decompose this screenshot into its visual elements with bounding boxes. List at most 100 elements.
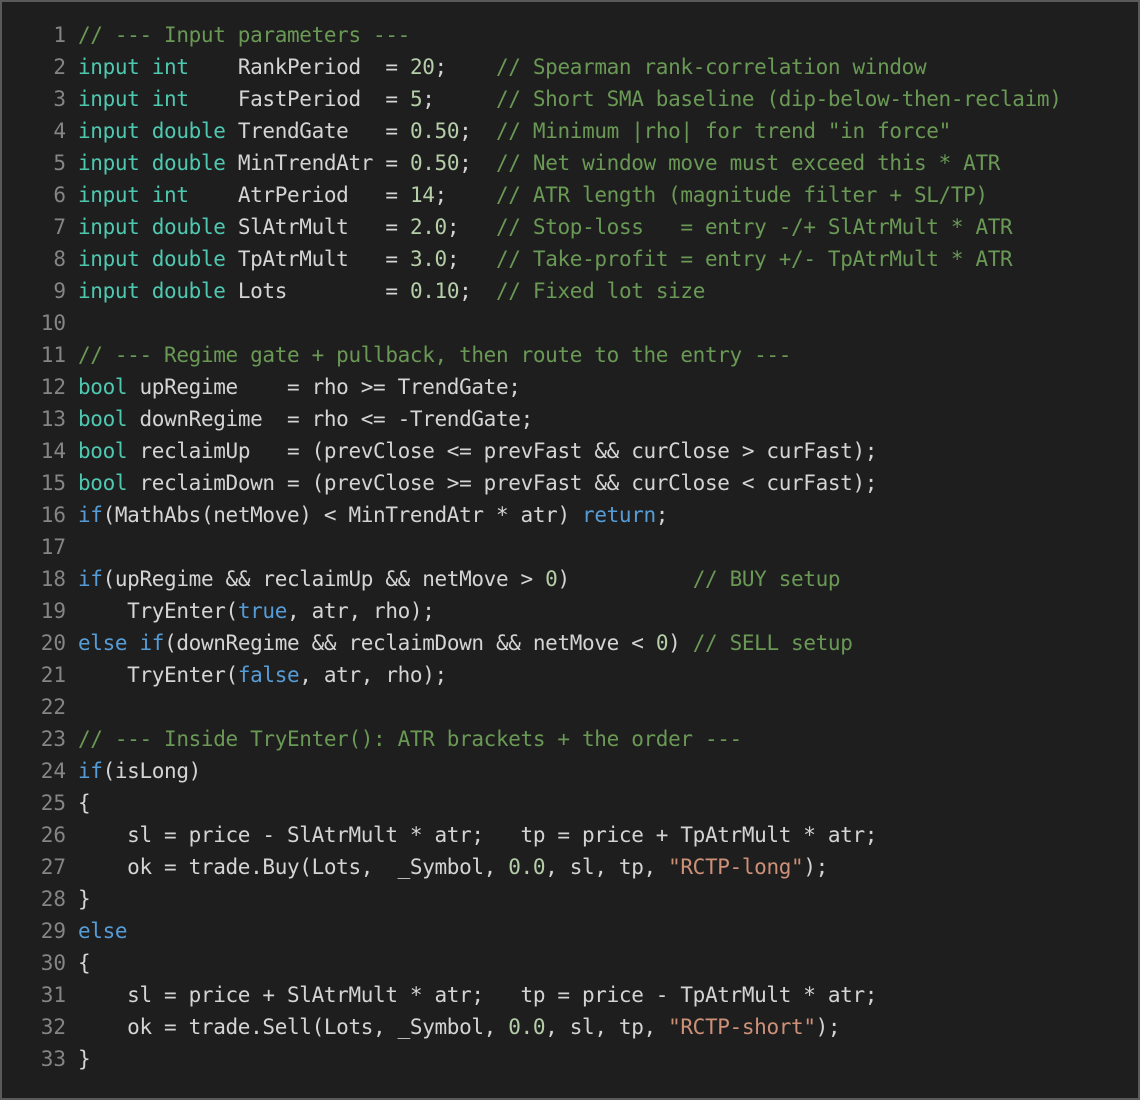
line-source: TryEnter(false, atr, rho); (66, 659, 447, 691)
line-number: 4 (53, 119, 66, 143)
type-token: input (78, 151, 140, 175)
type-token: input (78, 215, 140, 239)
line-source: else (66, 915, 128, 947)
code-line[interactable]: 20 else if(downRegime && reclaimDown && n… (2, 627, 1138, 659)
line-source: sl = price + SlAtrMult * atr; tp = price… (66, 979, 877, 1011)
line-source: input double SlAtrMult = 2.0; // Stop-lo… (66, 211, 1013, 243)
code-token: TryEnter( (78, 599, 238, 623)
code-token: (MathAbs(netMove) < MinTrendAtr * atr) (102, 503, 583, 527)
code-line[interactable]: 14 bool reclaimUp = (prevClose <= prevFas… (2, 435, 1138, 467)
keyword-token: if (78, 503, 103, 527)
code-line[interactable]: 5 input double MinTrendAtr = 0.50; // Net… (2, 147, 1138, 179)
code-line[interactable]: 1 // --- Input parameters --- (2, 19, 1138, 51)
line-number: 7 (53, 215, 66, 239)
code-line[interactable]: 23 // --- Inside TryEnter(): ATR brackets… (2, 723, 1138, 755)
code-line[interactable]: 4 input double TrendGate = 0.50; // Minim… (2, 115, 1138, 147)
type-token: double (151, 279, 226, 303)
code-token: TrendGate = (225, 119, 410, 143)
number-token: 0.0 (508, 1015, 546, 1039)
code-line[interactable]: 16 if(MathAbs(netMove) < MinTrendAtr * at… (2, 499, 1138, 531)
comment-token: // Take-profit = entry +/- TpAtrMult * A… (496, 247, 1013, 271)
type-token: int (151, 183, 189, 207)
type-token: int (151, 55, 189, 79)
code-line[interactable]: 22 (2, 691, 1138, 723)
code-token: , atr, rho); (287, 599, 435, 623)
code-token: upRegime = rho >= TrendGate; (127, 375, 521, 399)
code-token: TryEnter( (78, 663, 238, 687)
line-source (66, 691, 78, 723)
code-token: ); (815, 1015, 841, 1039)
comment-token: // BUY setup (692, 567, 841, 591)
code-line[interactable]: 12 bool upRegime = rho >= TrendGate; (2, 371, 1138, 403)
code-token: downRegime = rho <= -TrendGate; (127, 407, 533, 431)
code-line[interactable]: 21 TryEnter(false, atr, rho); (2, 659, 1138, 691)
line-number: 8 (53, 247, 66, 271)
code-line[interactable]: 17 (2, 531, 1138, 563)
code-line[interactable]: 8 input double TpAtrMult = 3.0; // Take-p… (2, 243, 1138, 275)
code-line[interactable]: 15 bool reclaimDown = (prevClose >= prevF… (2, 467, 1138, 499)
line-source: // --- Input parameters --- (66, 19, 410, 51)
code-line[interactable]: 33} (2, 1043, 1138, 1075)
keyword-token: false (237, 663, 300, 687)
code-line[interactable]: 24 if(isLong) (2, 755, 1138, 787)
code-token: RankPeriod = (188, 55, 410, 79)
number-token: 5 (409, 87, 423, 111)
code-line[interactable]: 3 input int FastPeriod = 5; // Short SMA … (2, 83, 1138, 115)
code-token: ) (557, 567, 693, 591)
line-number: 11 (40, 343, 66, 367)
line-number: 19 (40, 599, 66, 623)
line-number: 32 (40, 1015, 66, 1039)
code-line[interactable]: 11 // --- Regime gate + pullback, then ro… (2, 339, 1138, 371)
code-line[interactable]: 27 ok = trade.Buy(Lots, _Symbol, 0.0, sl… (2, 851, 1138, 883)
type-token: bool (78, 375, 128, 399)
code-line[interactable]: 10 (2, 307, 1138, 339)
code-line[interactable]: 2 input int RankPeriod = 20; // Spearman … (2, 51, 1138, 83)
code-editor[interactable]: 1// --- Input parameters --- 2 input int R… (0, 0, 1140, 1100)
line-source (66, 307, 78, 339)
keyword-token: return (582, 503, 656, 527)
code-line[interactable]: 28} (2, 883, 1138, 915)
number-token: 3.0 (409, 247, 447, 271)
comment-token: // --- Regime gate + pullback, then rout… (78, 343, 791, 367)
code-token: ; (446, 215, 497, 239)
line-number: 3 (53, 87, 66, 111)
code-line[interactable]: 19 TryEnter(true, atr, rho); (2, 595, 1138, 627)
code-line[interactable]: 6 input int AtrPeriod = 14; // ATR length… (2, 179, 1138, 211)
code-line[interactable]: 30 { (2, 947, 1138, 979)
line-source: if(isLong) (66, 755, 201, 787)
line-source: sl = price - SlAtrMult * atr; tp = price… (66, 819, 877, 851)
code-line[interactable]: 32 ok = trade.Sell(Lots, _Symbol, 0.0, s… (2, 1011, 1138, 1043)
line-source: { (66, 947, 91, 979)
code-token: ; (434, 183, 496, 207)
line-source: TryEnter(true, atr, rho); (66, 595, 435, 627)
code-line[interactable]: 25 { (2, 787, 1138, 819)
comment-token: // Fixed lot size (496, 279, 705, 303)
comment-token: // Stop-loss = entry -/+ SlAtrMult * ATR (496, 215, 1013, 239)
line-number: 10 (40, 311, 66, 335)
type-token: bool (78, 471, 128, 495)
number-token: 20 (409, 55, 435, 79)
line-number: 30 (40, 951, 66, 975)
code-line[interactable]: 31 sl = price + SlAtrMult * atr; tp = pr… (2, 979, 1138, 1011)
type-token: double (151, 151, 226, 175)
code-line[interactable]: 26 sl = price - SlAtrMult * atr; tp = pr… (2, 819, 1138, 851)
line-source: input double Lots = 0.10; // Fixed lot s… (66, 275, 705, 307)
code-area[interactable]: 1// --- Input parameters --- 2 input int R… (2, 19, 1138, 1075)
code-token: ok = trade.Buy(Lots, _Symbol, (78, 855, 509, 879)
code-line[interactable]: 18 if(upRegime && reclaimUp && netMove > … (2, 563, 1138, 595)
type-token: bool (78, 407, 128, 431)
comment-token: // Minimum |rho| for trend "in force" (496, 119, 951, 143)
code-line[interactable]: 29 else (2, 915, 1138, 947)
keyword-token: else (78, 919, 128, 943)
code-line[interactable]: 13 bool downRegime = rho <= -TrendGate; (2, 403, 1138, 435)
code-token: (isLong) (102, 759, 202, 783)
line-number: 15 (40, 471, 66, 495)
line-number: 9 (53, 279, 66, 303)
code-line[interactable]: 7 input double SlAtrMult = 2.0; // Stop-l… (2, 211, 1138, 243)
code-line[interactable]: 9 input double Lots = 0.10; // Fixed lot … (2, 275, 1138, 307)
line-source: else if(downRegime && reclaimDown && net… (66, 627, 853, 659)
line-number: 1 (53, 23, 66, 47)
